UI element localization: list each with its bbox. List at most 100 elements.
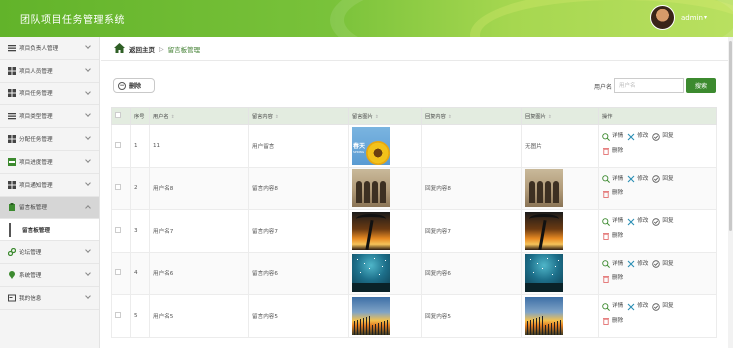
sidebar-item[interactable]: 项目通知管理	[0, 174, 99, 197]
zoom-icon	[602, 260, 610, 269]
reply-button[interactable]: 回复	[652, 216, 674, 227]
sidebar-item[interactable]: 留言板管理	[0, 196, 99, 220]
actions-cell: 详情 修改 回复删除	[598, 251, 717, 295]
breadcrumb: 返回主页 ▷ 留言板管理	[114, 42, 200, 56]
edit-button[interactable]: 修改	[627, 301, 648, 312]
sidebar-item[interactable]: 分配任务管理	[0, 128, 99, 151]
detail-label: 详情	[612, 218, 624, 225]
detail-button[interactable]: 详情	[602, 216, 623, 227]
message-image[interactable]	[352, 254, 390, 293]
table-row: 2 用户名8 留言内容8 回复内容8 详情 修改 回复 删除	[111, 166, 717, 210]
sort-icon[interactable]: ⇕	[548, 115, 552, 120]
reply-image[interactable]	[525, 254, 563, 293]
row-checkbox[interactable]	[115, 141, 121, 148]
column-header[interactable]: 用户名 ⇕	[149, 107, 249, 125]
message-content-cell: 留言内容6	[248, 251, 349, 295]
reply-button[interactable]: 回复	[652, 259, 674, 270]
column-header[interactable]: 回复内容 ⇕	[421, 107, 522, 125]
column-header[interactable]: 回复图片 ⇕	[521, 107, 599, 125]
chevron-down-icon	[85, 134, 91, 141]
check-circle-icon	[652, 175, 661, 183]
delete-label: 删除	[612, 317, 624, 324]
row-checkbox[interactable]	[115, 184, 121, 191]
detail-button[interactable]: 详情	[602, 301, 623, 312]
reply-image-cell	[521, 251, 599, 295]
delete-button[interactable]: 删除	[602, 188, 623, 199]
sort-icon[interactable]: ⇕	[275, 115, 279, 120]
sidebar-item[interactable]: 项目进度管理	[0, 151, 99, 174]
reply-image[interactable]	[525, 169, 563, 208]
column-header[interactable]: 留言图片 ⇕	[348, 107, 422, 125]
sidebar-item[interactable]: 项目类型管理	[0, 105, 99, 129]
reply-button[interactable]: 回复	[652, 131, 674, 142]
reply-button[interactable]: 回复	[652, 174, 674, 185]
reply-button[interactable]: 回复	[652, 301, 674, 312]
edit-button[interactable]: 修改	[627, 259, 648, 270]
message-image[interactable]	[352, 296, 390, 335]
reply-image[interactable]	[525, 211, 563, 250]
avatar[interactable]	[650, 5, 675, 30]
row-select-cell	[111, 209, 131, 253]
page-scrollbar[interactable]	[728, 37, 733, 348]
chevron-down-icon	[85, 293, 91, 299]
reply-content-cell: 回复内容8	[421, 166, 522, 210]
username-cell: 用户名7	[149, 209, 249, 253]
grid-icon	[8, 135, 16, 144]
column-header: 操作	[598, 107, 717, 125]
username-search-input[interactable]	[614, 78, 684, 93]
sidebar-subitem-label: 留言板管理	[22, 227, 50, 234]
detail-button[interactable]: 详情	[602, 259, 623, 270]
sidebar-item[interactable]: 我的信息	[0, 287, 99, 310]
sidebar-item[interactable]: 系统管理	[0, 264, 99, 287]
sidebar-subitem-message-board[interactable]: 留言板管理	[0, 219, 99, 242]
user-menu[interactable]: admin	[681, 14, 703, 22]
delete-button[interactable]: 删除	[602, 273, 623, 284]
detail-button[interactable]: 详情	[602, 131, 623, 142]
sidebar-item-label: 留言板管理	[19, 205, 47, 212]
edit-button[interactable]: 修改	[627, 131, 648, 142]
select-all-cell[interactable]	[111, 107, 131, 125]
sidebar-item[interactable]: 项目人员管理	[0, 60, 99, 83]
search-label: 用户名	[594, 84, 613, 91]
sidebar-item[interactable]: 项目负责人管理	[0, 37, 99, 60]
actions-cell: 详情 修改 回复删除	[598, 209, 717, 253]
sidebar-item-label: 项目类型管理	[19, 114, 53, 121]
detail-label: 详情	[612, 133, 624, 140]
detail-button[interactable]: 详情	[602, 174, 623, 185]
message-image[interactable]	[352, 211, 390, 250]
message-image[interactable]	[352, 169, 390, 208]
trash-icon	[602, 232, 610, 241]
column-header[interactable]: 留言内容 ⇕	[248, 107, 349, 125]
row-select-cell	[111, 251, 131, 295]
sort-icon[interactable]: ⇕	[375, 115, 379, 120]
delete-button[interactable]: 删除	[602, 231, 623, 242]
username-cell: 用户名5	[149, 294, 249, 338]
scrollbar-thumb[interactable]	[729, 41, 732, 231]
sidebar-item-label: 分配任务管理	[19, 137, 53, 144]
row-checkbox[interactable]	[115, 311, 121, 318]
row-checkbox[interactable]	[115, 269, 121, 276]
home-icon[interactable]	[114, 43, 125, 55]
edit-button[interactable]: 修改	[627, 174, 648, 185]
delete-button[interactable]: 删除	[602, 316, 623, 327]
list-icon	[8, 112, 16, 120]
pin-icon	[8, 271, 16, 280]
select-all-checkbox[interactable]	[115, 112, 121, 118]
sidebar-item[interactable]: 项目任务管理	[0, 83, 99, 106]
reply-image[interactable]	[525, 296, 563, 335]
message-image[interactable]: 春天 SPRING	[352, 126, 390, 165]
breadcrumb-home[interactable]: 返回主页	[129, 44, 155, 54]
caret-down-icon[interactable]: ▾	[704, 14, 707, 21]
delete-button[interactable]: 删除	[602, 146, 623, 157]
search-button[interactable]: 搜索	[686, 78, 716, 93]
row-checkbox[interactable]	[115, 226, 121, 233]
sort-icon[interactable]: ⇕	[171, 115, 175, 120]
reply-content-cell: 回复内容7	[421, 209, 522, 253]
clipboard-icon	[8, 203, 16, 212]
image-caption: SPRING	[353, 149, 365, 154]
sort-icon[interactable]: ⇕	[448, 115, 452, 120]
batch-delete-button[interactable]: − 删除	[113, 78, 155, 93]
reply-content: 回复内容7	[425, 228, 451, 235]
edit-button[interactable]: 修改	[627, 216, 648, 227]
sidebar-item[interactable]: 论坛管理	[0, 241, 99, 265]
